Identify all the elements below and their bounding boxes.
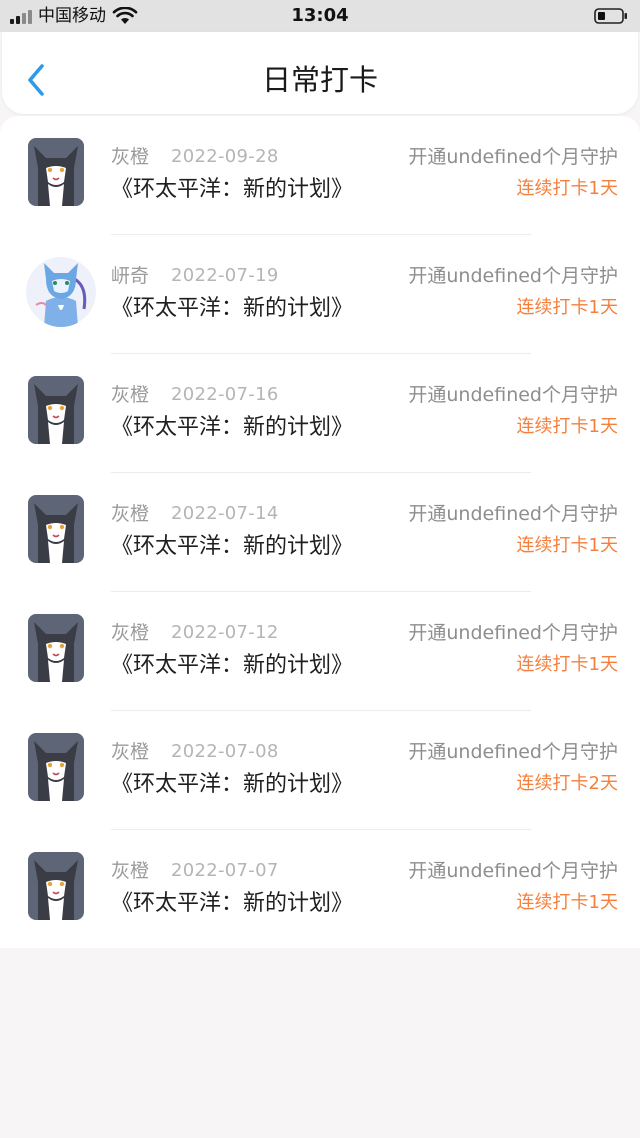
- gray-cat-avatar: [28, 376, 84, 444]
- streak-badge: 连续打卡1天: [516, 178, 618, 199]
- checkin-date: 2022-07-12: [171, 622, 279, 643]
- checkin-content: 《环太平洋：新的计划》: [111, 891, 354, 916]
- gray-cat-avatar: [28, 852, 84, 920]
- checkin-content: 《环太平洋：新的计划》: [111, 653, 354, 678]
- checkin-row[interactable]: 岍奇 2022-07-19 《环太平洋：新的计划》 开通undefined个月守…: [0, 235, 640, 354]
- checkin-content: 《环太平洋：新的计划》: [111, 772, 354, 797]
- streak-badge: 连续打卡2天: [516, 773, 618, 794]
- user-name: 灰橙: [111, 146, 150, 168]
- gray-cat-avatar: [28, 733, 84, 801]
- blue-cat-avatar: [26, 257, 96, 327]
- user-name: 灰橙: [111, 741, 150, 763]
- gray-cat-avatar: [28, 614, 84, 682]
- streak-badge: 连续打卡1天: [516, 416, 618, 437]
- streak-badge: 连续打卡1天: [516, 892, 618, 913]
- checkin-row[interactable]: 灰橙 2022-07-07 《环太平洋：新的计划》 开通undefined个月守…: [0, 830, 640, 949]
- checkin-row[interactable]: 灰橙 2022-09-28 《环太平洋：新的计划》 开通undefined个月守…: [0, 116, 640, 235]
- checkin-content: 《环太平洋：新的计划》: [111, 534, 354, 559]
- guard-info: 开通undefined个月守护: [408, 503, 618, 525]
- checkin-content: 《环太平洋：新的计划》: [111, 177, 354, 202]
- guard-info: 开通undefined个月守护: [408, 146, 618, 168]
- user-name: 岍奇: [111, 265, 150, 287]
- status-time: 13:04: [291, 5, 349, 26]
- nav-bar: 日常打卡: [2, 32, 638, 114]
- streak-badge: 连续打卡1天: [516, 535, 618, 556]
- guard-info: 开通undefined个月守护: [408, 860, 618, 882]
- checkin-date: 2022-07-07: [171, 860, 279, 881]
- user-name: 灰橙: [111, 622, 150, 644]
- guard-info: 开通undefined个月守护: [408, 741, 618, 763]
- user-name: 灰橙: [111, 503, 150, 525]
- gray-cat-avatar: [28, 138, 84, 206]
- checkin-date: 2022-07-19: [171, 265, 279, 286]
- guard-info: 开通undefined个月守护: [408, 384, 618, 406]
- checkin-date: 2022-07-14: [171, 503, 279, 524]
- streak-badge: 连续打卡1天: [516, 297, 618, 318]
- checkin-list: 灰橙 2022-09-28 《环太平洋：新的计划》 开通undefined个月守…: [0, 116, 640, 948]
- checkin-content: 《环太平洋：新的计划》: [111, 296, 354, 321]
- user-name: 灰橙: [111, 384, 150, 406]
- checkin-date: 2022-09-28: [171, 146, 279, 167]
- guard-info: 开通undefined个月守护: [408, 622, 618, 644]
- status-bar: 中国移动 13:04: [0, 0, 640, 32]
- gray-cat-avatar: [28, 495, 84, 563]
- streak-badge: 连续打卡1天: [516, 654, 618, 675]
- checkin-row[interactable]: 灰橙 2022-07-16 《环太平洋：新的计划》 开通undefined个月守…: [0, 354, 640, 473]
- checkin-row[interactable]: 灰橙 2022-07-08 《环太平洋：新的计划》 开通undefined个月守…: [0, 711, 640, 830]
- guard-info: 开通undefined个月守护: [408, 265, 618, 287]
- checkin-row[interactable]: 灰橙 2022-07-14 《环太平洋：新的计划》 开通undefined个月守…: [0, 473, 640, 592]
- checkin-date: 2022-07-16: [171, 384, 279, 405]
- checkin-row[interactable]: 灰橙 2022-07-12 《环太平洋：新的计划》 开通undefined个月守…: [0, 592, 640, 711]
- user-name: 灰橙: [111, 860, 150, 882]
- page-title: 日常打卡: [261, 63, 378, 97]
- checkin-content: 《环太平洋：新的计划》: [111, 415, 354, 440]
- battery-icon: [594, 8, 627, 24]
- checkin-date: 2022-07-08: [171, 741, 279, 762]
